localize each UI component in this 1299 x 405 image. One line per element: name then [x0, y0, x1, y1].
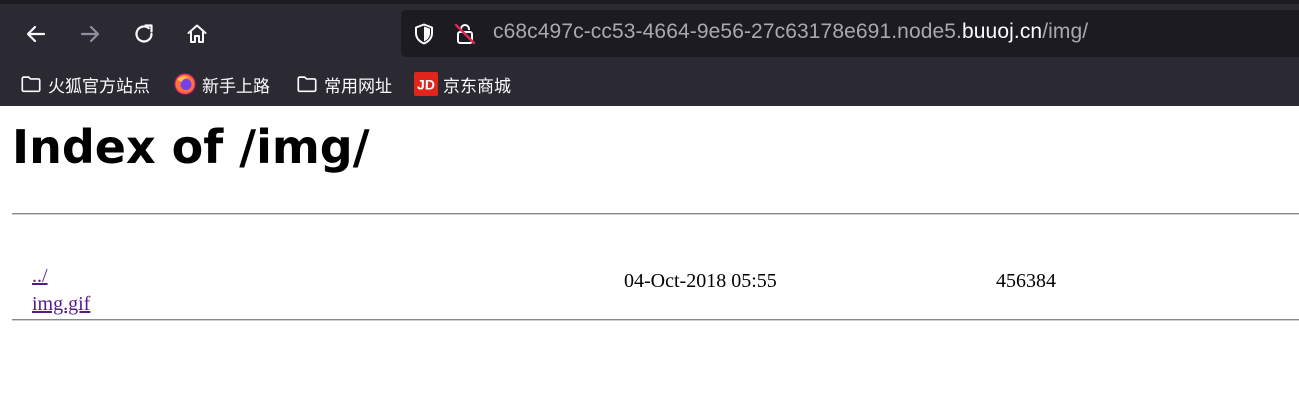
- divider-top: [12, 213, 1299, 215]
- reload-icon: [135, 24, 153, 43]
- bookmark-common-sites[interactable]: 常用网址: [295, 70, 392, 98]
- bookmark-getting-started[interactable]: 新手上路: [173, 70, 270, 98]
- back-button[interactable]: [16, 14, 56, 54]
- url-domain: buuoj.cn: [962, 20, 1043, 43]
- jd-icon: JD: [414, 72, 438, 96]
- arrow-right-icon: [80, 25, 100, 43]
- entry-size: 456384: [996, 270, 1056, 292]
- tab-strip-edge: [0, 0, 1299, 4]
- bookmark-label: 新手上路: [202, 76, 270, 97]
- entry-date: 04-Oct-2018 05:55: [624, 270, 777, 292]
- bookmark-firefox-official[interactable]: 火狐官方站点: [19, 70, 150, 98]
- entry-link-file[interactable]: img.gif: [32, 293, 90, 315]
- home-icon: [187, 24, 207, 43]
- folder-icon: [295, 72, 319, 96]
- bookmarks-toolbar: 火狐官方站点 新手上路 常用网址 JD 京东商城: [0, 67, 1299, 101]
- jd-icon-text: JD: [417, 77, 435, 93]
- bookmark-label: 京东商城: [443, 76, 511, 97]
- folder-icon: [19, 72, 43, 96]
- home-button[interactable]: [177, 14, 217, 54]
- firefox-icon: [173, 72, 197, 96]
- arrow-left-icon: [26, 25, 46, 43]
- bookmark-jd[interactable]: JD 京东商城: [414, 70, 511, 98]
- forward-button[interactable]: [70, 14, 110, 54]
- address-bar[interactable]: c68c497c-cc53-4664-9e56-27c63178e691.nod…: [401, 10, 1299, 57]
- url-path: /img/: [1042, 20, 1089, 43]
- shield-icon[interactable]: [411, 21, 437, 47]
- page-title: Index of /img/: [12, 120, 370, 174]
- list-item-file: img.gif: [12, 270, 90, 339]
- page-content: Index of /img/ ../ img.gif 04-Oct-2018 0…: [0, 106, 1299, 405]
- insecure-lock-icon[interactable]: [452, 21, 478, 47]
- url-prefix: c68c497c-cc53-4664-9e56-27c63178e691.nod…: [493, 20, 962, 43]
- browser-toolbar: c68c497c-cc53-4664-9e56-27c63178e691.nod…: [0, 0, 1299, 106]
- divider-bottom: [12, 319, 1299, 321]
- reload-button[interactable]: [124, 14, 164, 54]
- url-text[interactable]: c68c497c-cc53-4664-9e56-27c63178e691.nod…: [493, 20, 1088, 44]
- bookmark-label: 火狐官方站点: [48, 76, 150, 97]
- bookmark-label: 常用网址: [324, 76, 392, 97]
